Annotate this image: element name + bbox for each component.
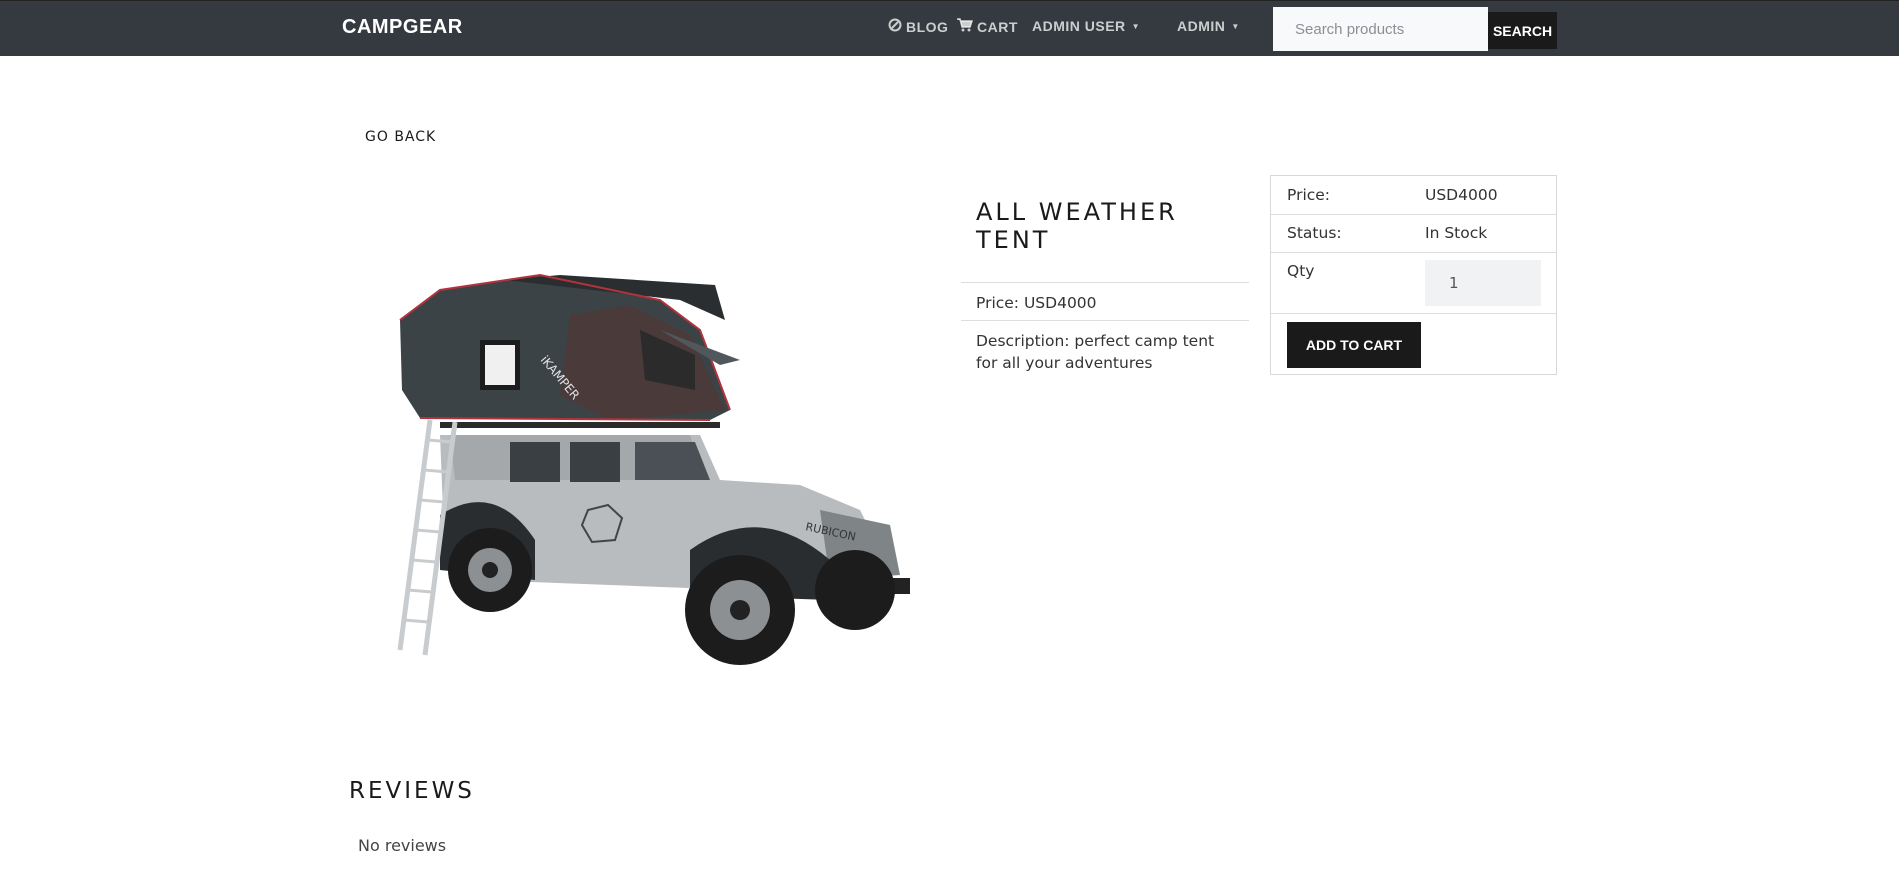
product-description-text: Description: perfect camp tent for all y… <box>976 332 1215 372</box>
card-qty-row: Qty 1 <box>1271 253 1556 314</box>
product-price-text: Price: USD4000 <box>976 294 1097 312</box>
caret-down-icon: ▼ <box>1231 21 1240 31</box>
brand-logo[interactable]: CAMPGEAR <box>342 16 463 39</box>
card-price-row: Price: USD4000 <box>1271 176 1556 215</box>
card-status-row: Status: In Stock <box>1271 215 1556 253</box>
purchase-card: Price: USD4000 Status: In Stock Qty 1 AD… <box>1270 175 1557 375</box>
caret-down-icon: ▼ <box>1131 21 1141 31</box>
reviews-heading: REVIEWS <box>349 778 475 804</box>
top-navbar: CAMPGEAR BLOG CART ADMIN USER ▼ ADMIN ▼ … <box>0 0 1899 56</box>
no-reviews-message: No reviews <box>358 836 447 855</box>
blog-icon <box>888 18 902 35</box>
card-qty-label: Qty <box>1287 262 1315 280</box>
nav-cart-link[interactable]: CART <box>957 18 1018 35</box>
admin-dropdown-label: ADMIN <box>1177 18 1226 34</box>
add-to-cart-button[interactable]: ADD TO CART <box>1287 322 1421 368</box>
product-title: ALL WEATHER TENT <box>976 198 1178 254</box>
card-price-value: USD4000 <box>1425 186 1498 204</box>
card-status-label: Status: <box>1287 224 1342 242</box>
product-description-row: Description: perfect camp tent for all y… <box>961 320 1249 380</box>
user-dropdown-label: ADMIN USER <box>1032 18 1126 34</box>
user-dropdown[interactable]: ADMIN USER ▼ <box>1032 18 1140 34</box>
qty-value: 1 <box>1449 274 1459 292</box>
card-status-value: In Stock <box>1425 224 1488 242</box>
shopping-cart-icon <box>957 18 974 35</box>
search-input[interactable] <box>1273 7 1488 51</box>
card-price-label: Price: <box>1287 186 1331 204</box>
product-image: iKAMPER RUBICON <box>360 180 940 700</box>
go-back-button[interactable]: GO BACK <box>365 129 436 145</box>
nav-blog-label: BLOG <box>906 18 949 35</box>
product-price-row: Price: USD4000 <box>961 282 1249 320</box>
qty-select[interactable]: 1 <box>1425 260 1541 306</box>
search-button[interactable]: SEARCH <box>1488 12 1557 49</box>
nav-cart-label: CART <box>977 18 1018 35</box>
nav-blog-link[interactable]: BLOG <box>888 18 948 35</box>
admin-dropdown[interactable]: ADMIN ▼ <box>1177 18 1240 34</box>
